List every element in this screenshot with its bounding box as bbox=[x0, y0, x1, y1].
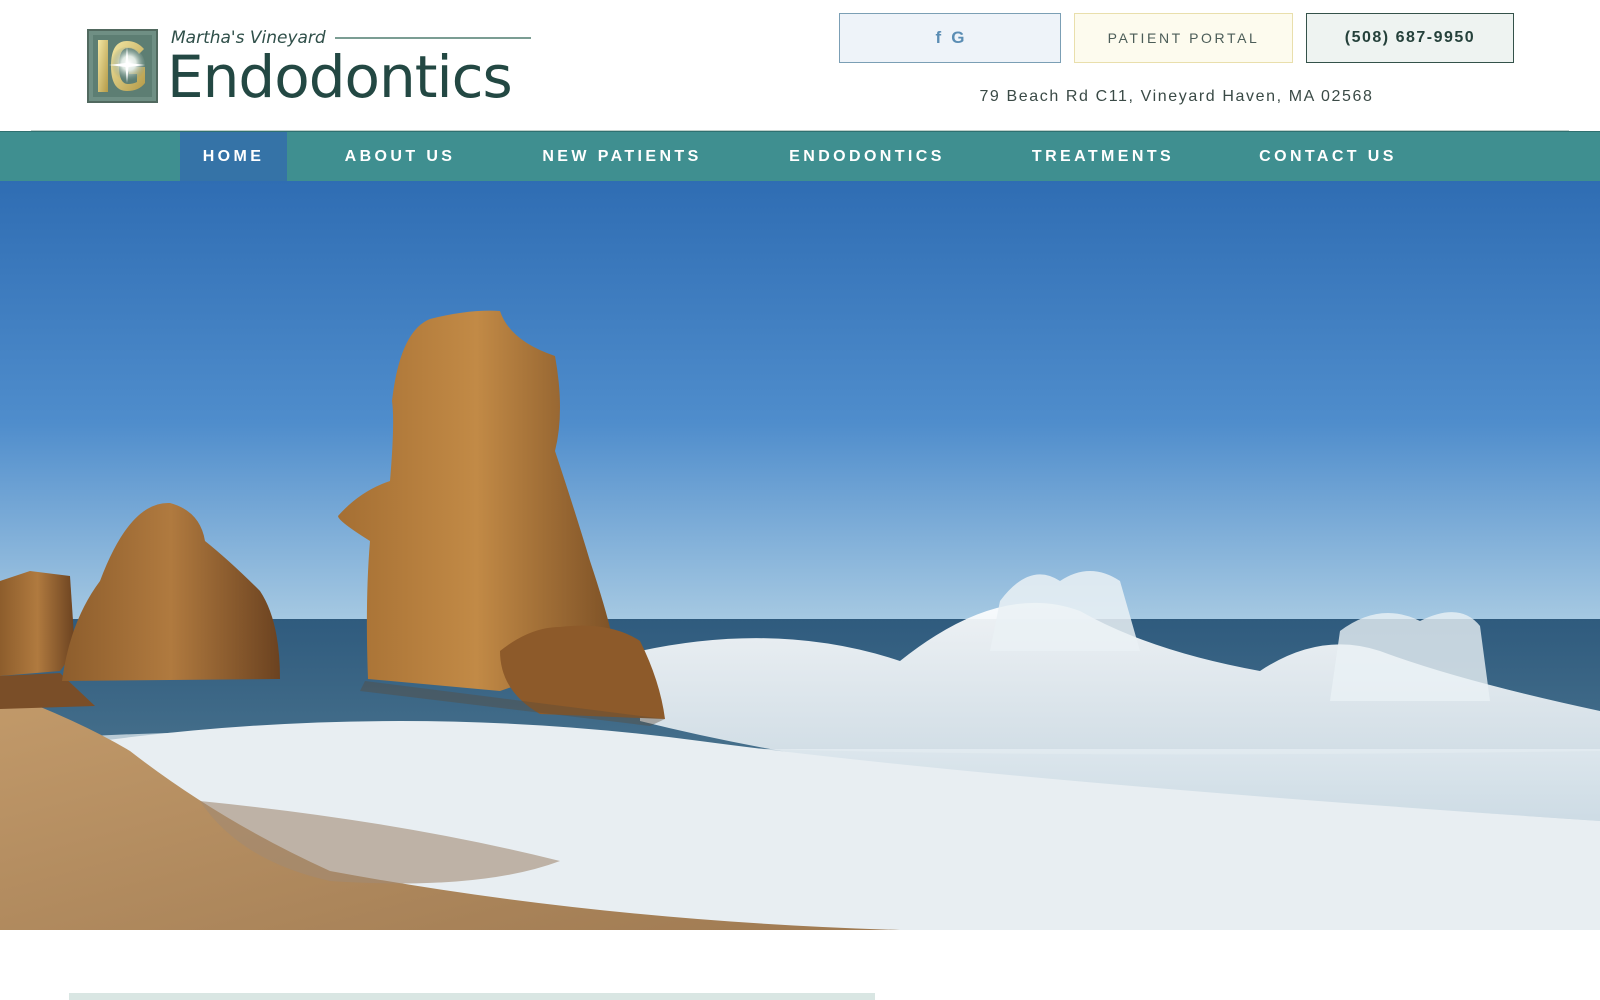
site-logo[interactable]: Martha's Vineyard Endodontics bbox=[87, 27, 537, 111]
nav-item-endodontics[interactable]: ENDODONTICS bbox=[766, 132, 968, 181]
social-links: f G bbox=[839, 13, 1061, 63]
site-header: Martha's Vineyard Endodontics f G PATIEN… bbox=[0, 0, 1600, 131]
nav-item-about-us[interactable]: ABOUT US bbox=[320, 132, 480, 181]
content-section-top bbox=[69, 993, 875, 1000]
google-icon[interactable]: G bbox=[951, 28, 964, 48]
nav-item-contact-us[interactable]: CONTACT US bbox=[1238, 132, 1418, 181]
nav-item-home[interactable]: HOME bbox=[180, 132, 287, 181]
logo-wordmark: Endodontics bbox=[167, 43, 513, 111]
hero-image bbox=[0, 181, 1600, 930]
address-text: 79 Beach Rd C11, Vineyard Haven, MA 0256… bbox=[979, 88, 1374, 105]
facebook-icon[interactable]: f bbox=[936, 28, 942, 48]
patient-portal-button[interactable]: PATIENT PORTAL bbox=[1074, 13, 1293, 63]
nav-item-new-patients[interactable]: NEW PATIENTS bbox=[522, 132, 722, 181]
phone-button[interactable]: (508) 687-9950 bbox=[1306, 13, 1514, 63]
nav-item-treatments[interactable]: TREATMENTS bbox=[1008, 132, 1198, 181]
logo-divider bbox=[334, 37, 531, 39]
main-nav: HOME ABOUT US NEW PATIENTS ENDODONTICS T… bbox=[0, 131, 1600, 181]
ig-monogram-logo-icon bbox=[87, 29, 158, 103]
